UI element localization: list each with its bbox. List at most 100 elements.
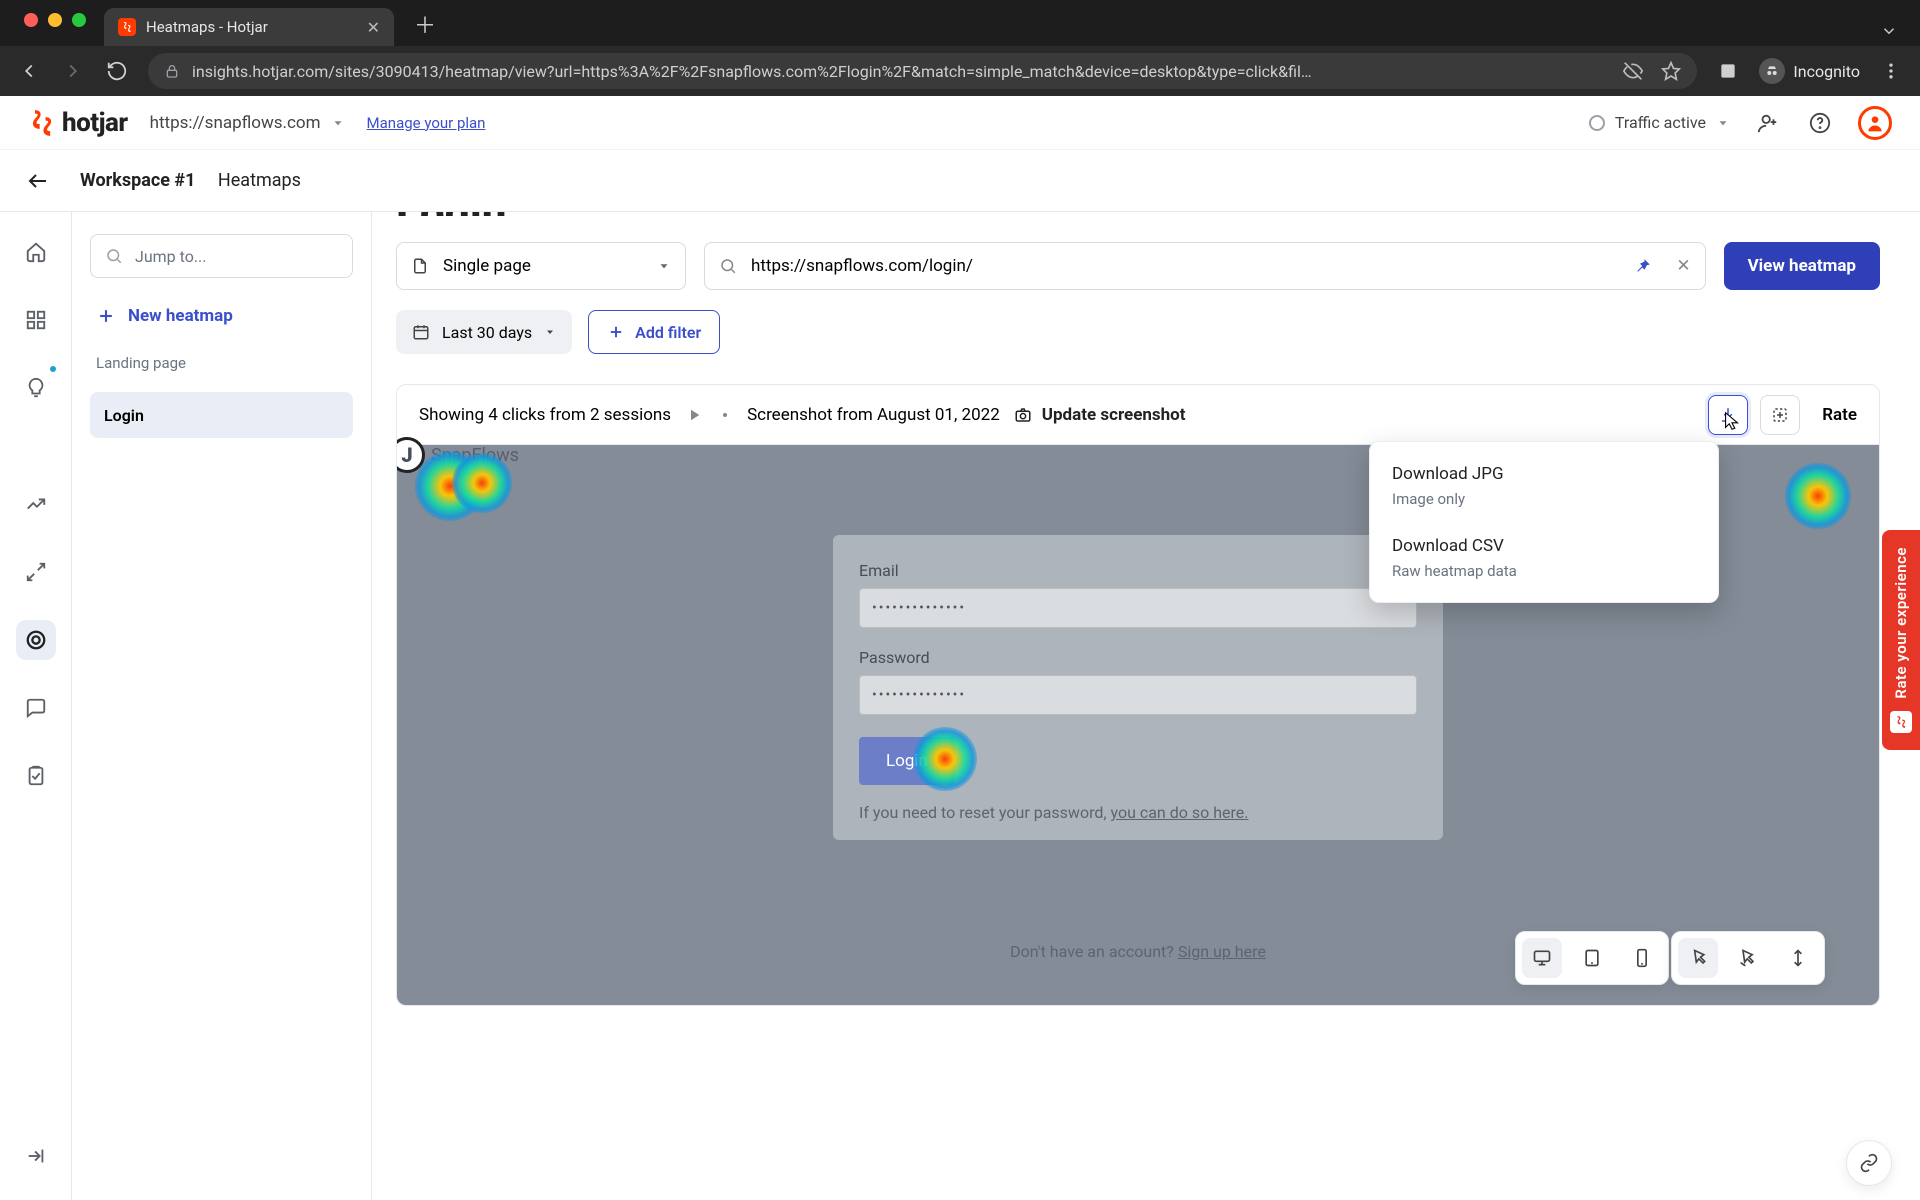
- browser-menu-icon[interactable]: [1878, 58, 1904, 84]
- signup-link: Sign up here: [1178, 942, 1266, 961]
- site-picker-label: https://snapflows.com: [150, 113, 321, 133]
- browser-reload-icon[interactable]: [104, 58, 130, 84]
- device-tablet[interactable]: [1572, 938, 1612, 978]
- rail-dashboard-icon[interactable]: [16, 300, 56, 340]
- password-label: Password: [859, 648, 1417, 667]
- close-window-icon[interactable]: [24, 13, 38, 27]
- download-jpg-sub: Image only: [1392, 490, 1696, 508]
- camera-icon: [1014, 406, 1032, 424]
- device-mobile[interactable]: [1622, 938, 1662, 978]
- jump-to-input[interactable]: Jump to...: [90, 234, 353, 278]
- view-heatmap-label: View heatmap: [1748, 256, 1856, 276]
- rail-feedback-icon[interactable]: [16, 688, 56, 728]
- page-mode-select[interactable]: Single page: [396, 242, 686, 290]
- add-filter-button[interactable]: Add filter: [588, 310, 720, 354]
- close-tab-icon[interactable]: ✕: [367, 18, 380, 37]
- invite-user-icon[interactable]: [1754, 109, 1782, 137]
- email-input-preview: ••••••••••••••: [859, 588, 1417, 628]
- hotjar-logo[interactable]: hotjar: [28, 108, 128, 138]
- type-move[interactable]: [1728, 938, 1768, 978]
- share-link-button[interactable]: [1846, 1140, 1892, 1186]
- monitor-icon: [1532, 948, 1552, 968]
- back-button[interactable]: [24, 167, 52, 195]
- rate-experience-tab[interactable]: Rate your experience: [1882, 530, 1920, 750]
- search-icon: [105, 247, 123, 265]
- screenshot-brand-text: SnapFlows: [431, 445, 519, 466]
- breadcrumb-workspace[interactable]: Workspace #1: [80, 170, 195, 191]
- type-click[interactable]: [1678, 938, 1718, 978]
- rail-collapse-icon[interactable]: [16, 1136, 56, 1176]
- summary-text: Showing 4 clicks from 2 sessions: [419, 405, 671, 425]
- window-traffic-lights[interactable]: [12, 0, 94, 46]
- cursor-click-icon: [1688, 948, 1708, 968]
- profile-avatar[interactable]: [1858, 106, 1892, 140]
- site-picker[interactable]: https://snapflows.com: [150, 113, 345, 133]
- tabs-menu-icon[interactable]: [1870, 22, 1908, 46]
- link-icon: [1859, 1153, 1879, 1173]
- mobile-icon: [1632, 948, 1652, 968]
- rail-highlights-icon[interactable]: [16, 368, 56, 408]
- download-csv-title: Download CSV: [1392, 536, 1696, 556]
- browser-forward-icon[interactable]: [60, 58, 86, 84]
- clear-icon[interactable]: ✕: [1676, 256, 1690, 276]
- scroll-icon: [1788, 948, 1808, 968]
- help-icon[interactable]: [1806, 109, 1834, 137]
- pin-icon[interactable]: [1634, 257, 1652, 275]
- view-heatmap-button[interactable]: View heatmap: [1724, 242, 1880, 290]
- rail-trends-icon[interactable]: [16, 484, 56, 524]
- date-range-select[interactable]: Last 30 days: [396, 310, 572, 354]
- calendar-icon: [412, 323, 430, 341]
- search-icon: [719, 257, 737, 275]
- plus-icon: [607, 323, 625, 341]
- incognito-indicator[interactable]: Incognito: [1759, 58, 1860, 84]
- page-icon: [411, 257, 429, 275]
- login-button-label: Login: [886, 751, 928, 771]
- status-ring-icon: [1589, 115, 1605, 131]
- star-icon[interactable]: [1661, 61, 1681, 81]
- rate-experience-label: Rate your experience: [1892, 547, 1910, 699]
- login-button-preview: Login: [859, 737, 955, 785]
- new-heatmap-button[interactable]: New heatmap: [90, 298, 353, 334]
- signup-pre: Don't have an account?: [1010, 942, 1178, 961]
- rail-heatmaps-icon[interactable]: [16, 620, 56, 660]
- chevron-down-icon: [657, 259, 671, 273]
- screenshot-brand: J SnapFlows: [396, 437, 519, 473]
- play-icon[interactable]: [685, 406, 703, 424]
- notification-badge: [48, 364, 58, 374]
- add-filter-label: Add filter: [635, 323, 701, 342]
- extensions-icon[interactable]: [1715, 58, 1741, 84]
- rail-surveys-icon[interactable]: [16, 756, 56, 796]
- download-csv-item[interactable]: Download CSV Raw heatmap data: [1370, 522, 1718, 594]
- update-screenshot-button[interactable]: Update screenshot: [1014, 405, 1186, 425]
- browser-tab[interactable]: Heatmaps - Hotjar ✕: [104, 8, 394, 46]
- download-jpg-title: Download JPG: [1392, 464, 1696, 484]
- rate-label[interactable]: Rate: [1822, 405, 1857, 425]
- rail-home-icon[interactable]: [16, 232, 56, 272]
- maximize-window-icon[interactable]: [72, 13, 86, 27]
- reset-link: you can do so here.: [1110, 803, 1248, 822]
- plus-icon: [96, 306, 116, 326]
- new-tab-button[interactable]: ＋: [404, 8, 446, 46]
- eye-off-icon[interactable]: [1623, 61, 1643, 81]
- sidebar-item-login[interactable]: Login: [90, 392, 353, 438]
- password-input-preview: ••••••••••••••: [859, 675, 1417, 715]
- browser-back-icon[interactable]: [16, 58, 42, 84]
- sidebar-item-label: Login: [104, 406, 144, 425]
- browser-url-field[interactable]: insights.hotjar.com/sites/3090413/heatma…: [148, 53, 1697, 89]
- device-switcher: [1515, 931, 1669, 985]
- cursor-icon: [1721, 410, 1743, 432]
- date-range-label: Last 30 days: [442, 323, 532, 342]
- manage-plan-link[interactable]: Manage your plan: [367, 114, 486, 132]
- heatmap-url-input[interactable]: https://snapflows.com/login/ ✕: [704, 242, 1706, 290]
- url-text: insights.hotjar.com/sites/3090413/heatma…: [192, 62, 1312, 81]
- download-jpg-item[interactable]: Download JPG Image only: [1370, 450, 1718, 522]
- highlight-tool-button[interactable]: [1760, 395, 1800, 435]
- heatmap-url-value: https://snapflows.com/login/: [751, 256, 973, 276]
- rail-funnels-icon[interactable]: [16, 552, 56, 592]
- minimize-window-icon[interactable]: [48, 13, 62, 27]
- incognito-icon: [1759, 58, 1785, 84]
- device-desktop[interactable]: [1522, 938, 1562, 978]
- download-button[interactable]: [1708, 395, 1748, 435]
- traffic-status[interactable]: Traffic active: [1589, 113, 1730, 132]
- type-scroll[interactable]: [1778, 938, 1818, 978]
